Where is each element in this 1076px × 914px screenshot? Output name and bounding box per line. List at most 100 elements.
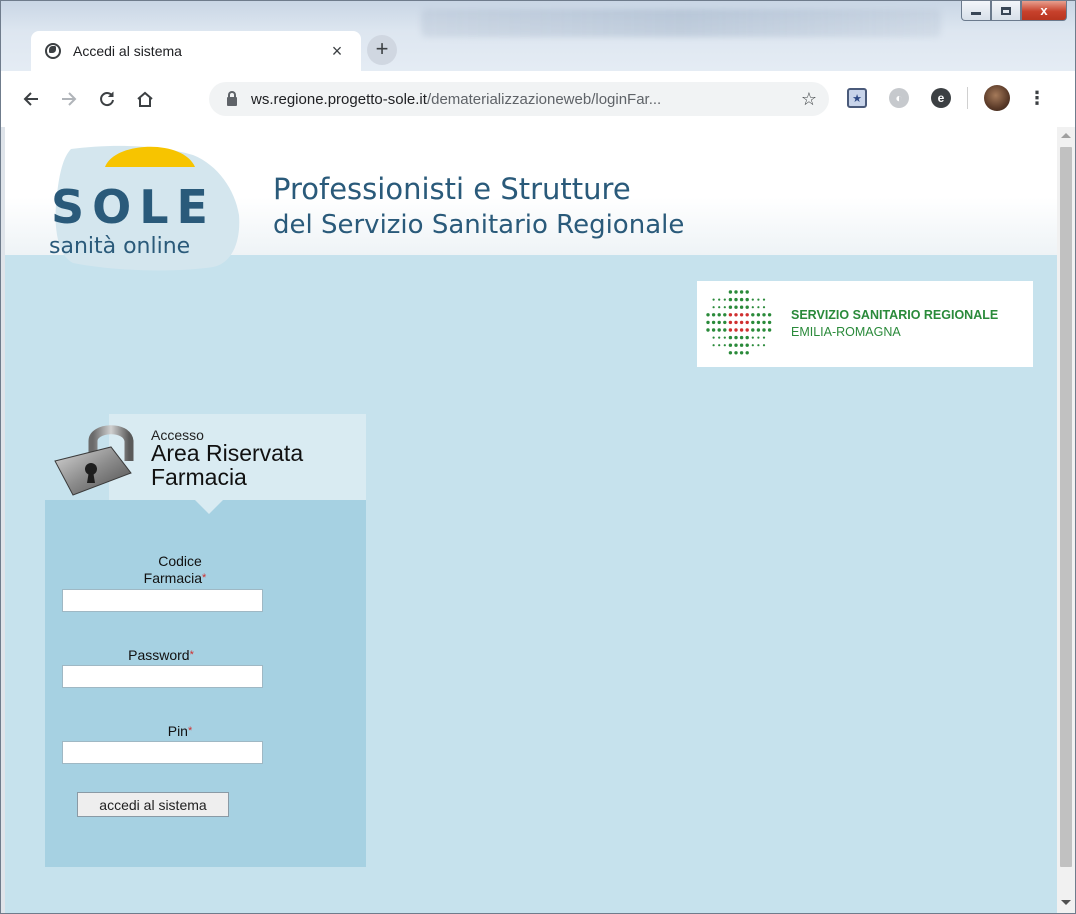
- ssr-dot-green: [712, 298, 715, 301]
- ssr-dot-green: [757, 306, 760, 309]
- maximize-button[interactable]: [991, 1, 1021, 21]
- ssr-dot-green: [718, 306, 721, 309]
- codice-farmacia-input[interactable]: [62, 589, 263, 612]
- ssr-dot-green: [767, 313, 772, 317]
- ssr-dot-green: [739, 305, 744, 309]
- ssr-dot-green: [739, 290, 744, 294]
- ssr-dot-green: [751, 320, 755, 325]
- password-label-text: Password: [128, 647, 190, 663]
- ssr-dot-green: [756, 313, 761, 317]
- ssr-dot-green: [745, 297, 749, 302]
- ssr-dot-green: [762, 336, 766, 339]
- ssr-dot-green: [762, 313, 766, 317]
- ssr-dot-green: [728, 305, 733, 309]
- page-viewport: SOLE sanità online Professionisti e Stru…: [5, 127, 1057, 913]
- close-window-button[interactable]: x: [1021, 1, 1067, 21]
- sole-logo: SOLE sanità online: [49, 145, 240, 271]
- lock-icon[interactable]: [227, 90, 237, 106]
- ssr-dot-green: [728, 290, 733, 294]
- submit-button[interactable]: accedi al sistema: [77, 792, 229, 817]
- ssr-dot-green: [751, 336, 754, 339]
- ssr-dot-green: [717, 328, 721, 332]
- codice-label-line2-text: Farmacia: [143, 570, 203, 586]
- login-title: Area Riservata Farmacia: [151, 441, 351, 489]
- ssr-dot-green: [712, 306, 715, 309]
- ssr-dot-green: [757, 336, 760, 339]
- ssr-dot-green: [762, 328, 766, 332]
- minimize-button[interactable]: [961, 1, 991, 21]
- ssr-dot-green: [751, 344, 754, 347]
- ssr-dot-green: [711, 328, 716, 332]
- ssr-dot-green: [723, 306, 726, 309]
- browser-window: x Accedi al sistema × + ws.regione.proge…: [0, 0, 1076, 914]
- globe-extension-icon[interactable]: ◐: [889, 88, 909, 108]
- ssr-dot-green: [745, 351, 749, 355]
- scroll-thumb[interactable]: [1060, 147, 1072, 867]
- codice-farmacia-label: Codice Farmacia*: [115, 553, 235, 587]
- back-icon[interactable]: [17, 85, 45, 113]
- ssr-dot-red: [739, 328, 744, 332]
- scroll-down-arrow[interactable]: [1061, 900, 1071, 905]
- ssr-line2: EMILIA-ROMAGNA: [791, 325, 901, 339]
- url-text[interactable]: ws.regione.progetto-sole.it/dematerializ…: [251, 91, 801, 108]
- scroll-up-arrow[interactable]: [1061, 133, 1071, 138]
- bookmark-extension-icon[interactable]: ★: [847, 88, 867, 108]
- ssr-dot-green: [751, 306, 754, 309]
- vertical-scrollbar[interactable]: [1057, 127, 1075, 913]
- ssr-dot-green: [751, 313, 755, 317]
- pin-input[interactable]: [62, 741, 263, 764]
- ssr-dot-red: [734, 313, 738, 317]
- c-extension-icon[interactable]: e: [931, 88, 951, 108]
- page-title: Professionisti e Strutture del Servizio …: [273, 171, 684, 243]
- ssr-dot-green: [718, 336, 721, 339]
- ssr-dot-green: [739, 335, 744, 340]
- pin-label-text: Pin: [167, 723, 188, 739]
- url-host: ws.regione.progetto-sole.it: [251, 90, 427, 108]
- toolbar-separator: [967, 87, 968, 109]
- url-path: /dematerializzazioneweb/loginFar...: [426, 90, 662, 108]
- ssr-dots-logo: [706, 290, 772, 355]
- forward-icon[interactable]: [55, 85, 83, 113]
- ssr-dot-green: [739, 343, 744, 347]
- ssr-dot-green: [718, 344, 721, 347]
- browser-tab[interactable]: Accedi al sistema ×: [31, 31, 361, 71]
- codice-label-line1: Codice: [158, 553, 202, 569]
- avatar[interactable]: [984, 85, 1010, 111]
- ssr-dot-green: [723, 336, 726, 339]
- browser-toolbar: ws.regione.progetto-sole.it/dematerializ…: [1, 71, 1075, 127]
- title-bar: x Accedi al sistema × +: [1, 1, 1075, 77]
- ssr-dot-green: [723, 328, 727, 332]
- ssr-dot-green: [723, 313, 727, 317]
- reload-icon[interactable]: [93, 85, 121, 113]
- logo-word: SOLE: [51, 180, 216, 234]
- ssr-dot-green: [711, 313, 716, 317]
- address-bar[interactable]: ws.regione.progetto-sole.it/dematerializ…: [209, 82, 829, 116]
- ssr-dot-green: [739, 351, 744, 355]
- ssr-dot-green: [728, 351, 733, 355]
- ssr-dot-green: [728, 335, 733, 340]
- ssr-dot-green: [723, 344, 726, 347]
- new-tab-button[interactable]: +: [367, 35, 397, 65]
- ssr-dot-green: [711, 320, 716, 325]
- tab-title: Accedi al sistema: [73, 43, 182, 59]
- menu-dots-icon[interactable]: ⋮: [1028, 88, 1046, 109]
- ssr-dot-green: [762, 320, 766, 325]
- ssr-dot-green: [718, 298, 721, 301]
- star-icon[interactable]: ☆: [801, 89, 817, 110]
- globe-icon: [45, 43, 61, 59]
- ssr-dot-green: [728, 343, 733, 347]
- tab-close-icon[interactable]: ×: [327, 41, 347, 62]
- ssr-dot-green: [712, 336, 715, 339]
- page-title-line1: Professionisti e Strutture: [273, 172, 631, 206]
- ssr-dot-green: [706, 328, 710, 332]
- ssr-dot-green: [728, 297, 733, 302]
- ssr-dot-red: [745, 328, 749, 332]
- ssr-dot-green: [739, 297, 744, 302]
- ssr-logo-box: SERVIZIO SANITARIO REGIONALE EMILIA-ROMA…: [697, 281, 1033, 367]
- login-title-line2: Farmacia: [151, 464, 247, 490]
- ssr-dot-green: [756, 320, 761, 325]
- password-input[interactable]: [62, 665, 263, 688]
- ssr-dot-green: [762, 344, 766, 347]
- home-icon[interactable]: [131, 85, 159, 113]
- window-controls: x: [961, 1, 1067, 23]
